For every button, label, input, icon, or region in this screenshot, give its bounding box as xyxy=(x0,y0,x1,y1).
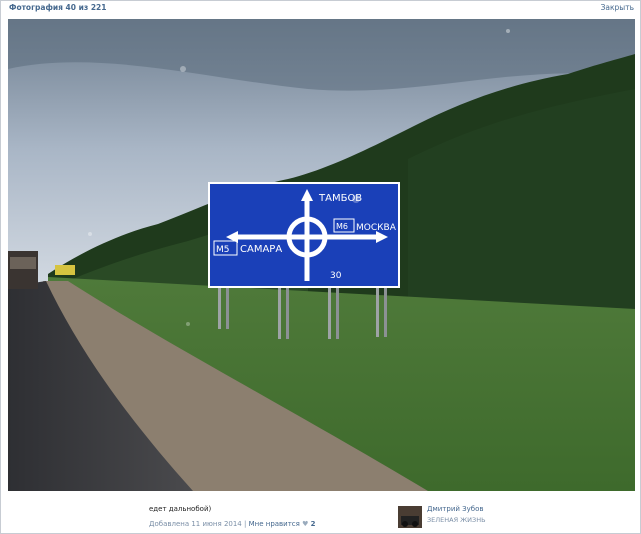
like-count[interactable]: 2 xyxy=(311,520,316,528)
heart-icon[interactable]: ♥ xyxy=(302,520,308,528)
sign-left: САМАРА xyxy=(240,244,282,255)
road-sign: ТАМБОВ М5 САМАРА М6 МОСКВА 30 xyxy=(208,182,400,288)
sign-right-route: М6 xyxy=(336,222,348,231)
photo[interactable]: ТАМБОВ М5 САМАРА М6 МОСКВА 30 xyxy=(8,19,635,491)
photo-caption: едет дальнобой) xyxy=(149,505,212,513)
photo-image: ТАМБОВ М5 САМАРА М6 МОСКВА 30 xyxy=(8,19,635,491)
author-subtitle: ЗЕЛЕНАЯ ЖИЗНЬ xyxy=(427,516,486,524)
like-button[interactable]: Мне нравится xyxy=(249,520,300,528)
photo-meta: Добавлена 11 июня 2014 | Мне нравится ♥ … xyxy=(149,520,316,528)
sign-bottom: 30 xyxy=(330,271,342,281)
author-name[interactable]: Дмитрий Зубов xyxy=(427,505,484,513)
avatar[interactable] xyxy=(398,506,422,528)
added-date: Добавлена 11 июня 2014 xyxy=(149,520,242,528)
sign-right: МОСКВА xyxy=(356,223,397,233)
meta-separator: | xyxy=(244,520,247,528)
viewer-header: Фотография 40 из 221 Закрыть xyxy=(1,1,641,15)
sign-left-route: М5 xyxy=(216,245,230,255)
photo-viewer: Фотография 40 из 221 Закрыть ТАМБОВ М5 С… xyxy=(0,0,641,534)
photo-counter: Фотография 40 из 221 xyxy=(9,3,107,12)
close-link[interactable]: Закрыть xyxy=(601,3,634,12)
